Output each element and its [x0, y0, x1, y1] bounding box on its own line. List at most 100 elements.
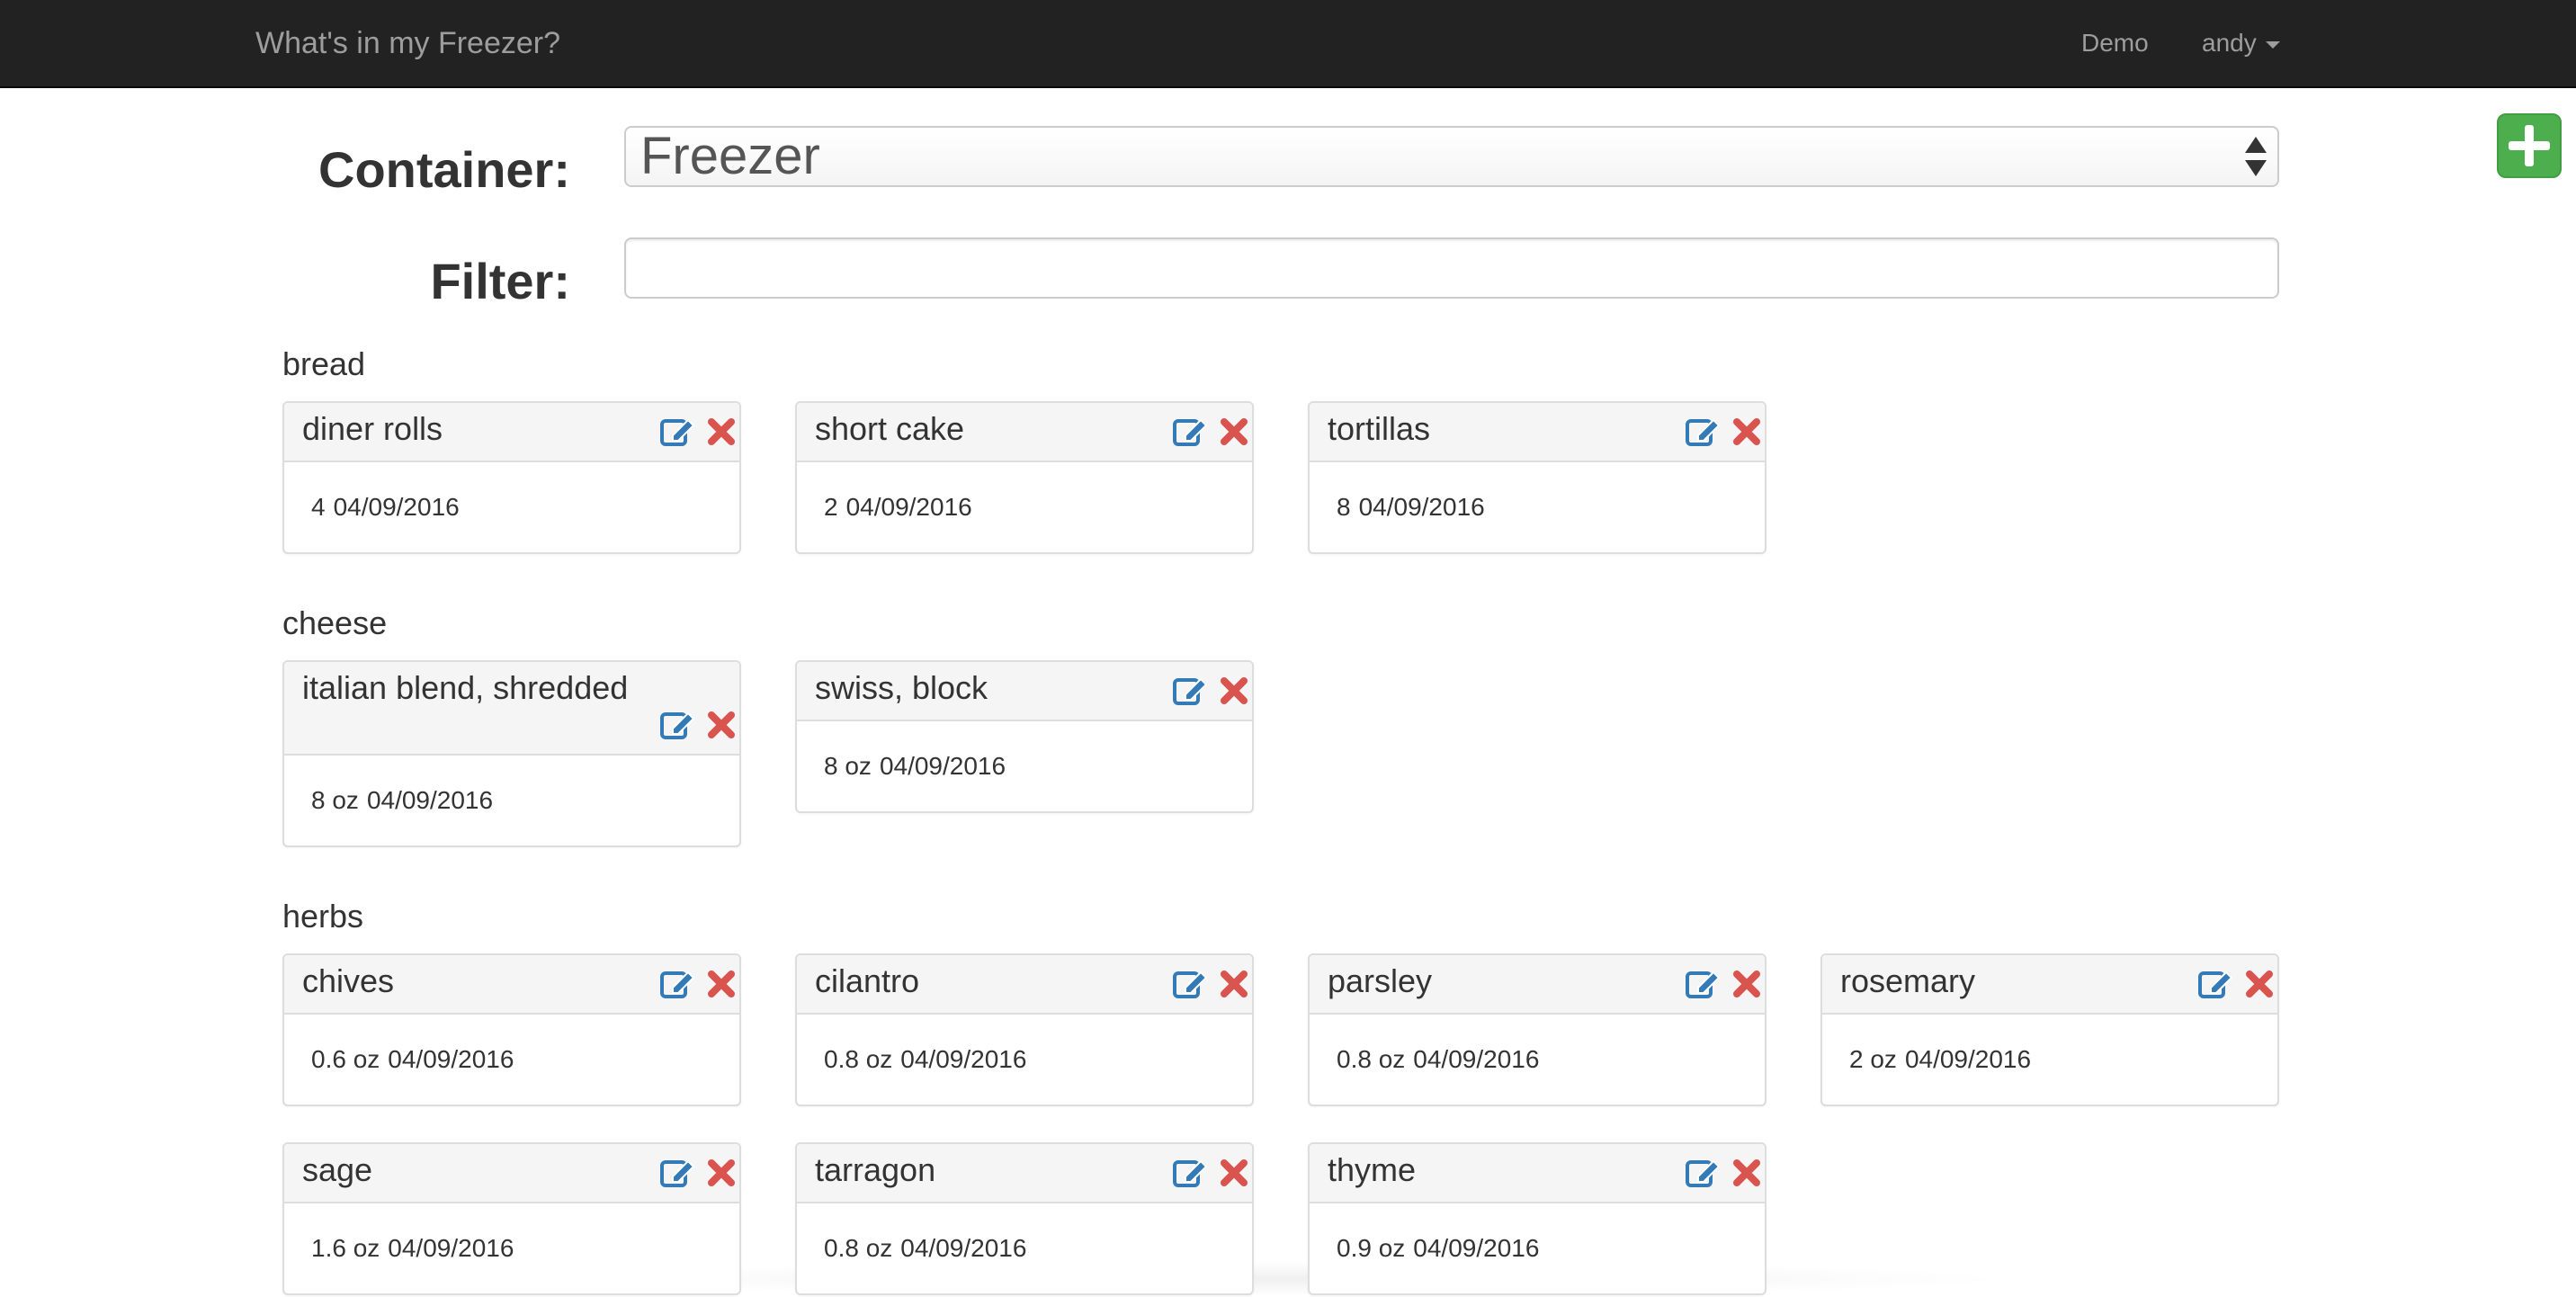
item-details: 8 04/09/2016 — [1310, 462, 1765, 552]
app-brand[interactable]: What's in my Freezer? — [255, 0, 560, 86]
edit-icon[interactable] — [1173, 675, 1209, 707]
category-heading-herbs: herbs — [282, 898, 364, 935]
item-card-herbs: rosemary 2 oz 04/09/2016 — [1820, 953, 2279, 1106]
item-card-herbs: chives 0.6 oz 04/09/2016 — [282, 953, 741, 1106]
item-card-header: parsley — [1310, 955, 1765, 1015]
delete-icon[interactable] — [1729, 416, 1765, 448]
category-heading-cheese: cheese — [282, 604, 388, 641]
user-menu-dropdown[interactable]: andy — [2202, 0, 2280, 86]
item-date: 04/09/2016 — [1413, 1045, 1540, 1073]
item-card-header: chives — [284, 955, 739, 1015]
user-menu-label: andy — [2202, 29, 2257, 57]
item-card-header: tortillas — [1310, 403, 1765, 462]
item-card-herbs: thyme 0.9 oz 04/09/2016 — [1308, 1142, 1767, 1295]
item-date: 04/09/2016 — [333, 493, 460, 521]
item-name: diner rolls — [302, 410, 443, 447]
select-arrows-icon — [2243, 137, 2268, 178]
item-name: sage — [302, 1151, 373, 1188]
item-quantity: 0.8 oz — [1337, 1045, 1406, 1073]
item-card-herbs: sage 1.6 oz 04/09/2016 — [282, 1142, 741, 1295]
item-name: italian blend, shredded — [302, 669, 629, 706]
caret-down-icon — [2265, 40, 2280, 49]
item-card-header: short cake — [797, 403, 1252, 462]
item-quantity: 0.9 oz — [1337, 1234, 1406, 1262]
delete-icon[interactable] — [2241, 968, 2277, 1000]
item-card-header: thyme — [1310, 1144, 1765, 1203]
item-date: 04/09/2016 — [366, 786, 494, 814]
edit-icon[interactable] — [1173, 968, 1209, 1000]
item-quantity: 8 oz — [311, 786, 359, 814]
item-card-header: sage — [284, 1144, 739, 1203]
item-quantity: 2 oz — [1849, 1045, 1897, 1073]
item-quantity: 0.8 oz — [824, 1234, 893, 1262]
container-select-value: Freezer — [640, 127, 820, 185]
edit-icon[interactable] — [1686, 1157, 1722, 1189]
item-card-cheese: swiss, block 8 oz 04/09/2016 — [795, 660, 1254, 813]
edit-icon[interactable] — [2198, 968, 2234, 1000]
item-card-cheese: italian blend, shredded 8 oz 04/09/2016 — [282, 660, 741, 847]
item-quantity: 8 — [1337, 493, 1351, 521]
edit-icon[interactable] — [1686, 416, 1722, 448]
nav-demo-link[interactable]: Demo — [2081, 0, 2149, 86]
delete-icon[interactable] — [703, 416, 739, 448]
item-date: 04/09/2016 — [1358, 493, 1485, 521]
item-date: 04/09/2016 — [879, 752, 1006, 780]
item-details: 2 oz 04/09/2016 — [1822, 1015, 2277, 1105]
delete-icon[interactable] — [703, 709, 739, 741]
delete-icon[interactable] — [1216, 968, 1252, 1000]
delete-icon[interactable] — [1216, 416, 1252, 448]
item-name: tarragon — [815, 1151, 936, 1188]
item-card-header: cilantro — [797, 955, 1252, 1015]
edit-icon[interactable] — [660, 709, 696, 741]
category-heading-bread: bread — [282, 345, 366, 382]
item-card-header: diner rolls — [284, 403, 739, 462]
item-quantity: 4 — [311, 493, 326, 521]
item-details: 4 04/09/2016 — [284, 462, 739, 552]
edit-icon[interactable] — [660, 416, 696, 448]
top-navbar: What's in my Freezer? Demo andy — [0, 0, 2576, 88]
item-name: rosemary — [1840, 962, 1976, 999]
item-card-header: italian blend, shredded — [284, 662, 739, 756]
item-quantity: 0.6 oz — [311, 1045, 380, 1073]
filter-input[interactable] — [624, 237, 2279, 299]
item-details: 8 oz 04/09/2016 — [797, 721, 1252, 811]
container-select[interactable]: Freezer — [624, 126, 2279, 187]
item-details: 1.6 oz 04/09/2016 — [284, 1203, 739, 1293]
item-quantity: 0.8 oz — [824, 1045, 893, 1073]
item-card-herbs: tarragon 0.8 oz 04/09/2016 — [795, 1142, 1254, 1295]
delete-icon[interactable] — [1216, 675, 1252, 707]
item-details: 0.9 oz 04/09/2016 — [1310, 1203, 1765, 1293]
delete-icon[interactable] — [703, 1157, 739, 1189]
delete-icon[interactable] — [1729, 968, 1765, 1000]
bottom-fade — [540, 1261, 2024, 1297]
item-name: swiss, block — [815, 669, 988, 706]
item-name: parsley — [1328, 962, 1433, 999]
container-label: Container: — [318, 141, 570, 198]
edit-icon[interactable] — [660, 968, 696, 1000]
edit-icon[interactable] — [1173, 416, 1209, 448]
delete-icon[interactable] — [1216, 1157, 1252, 1189]
item-name: tortillas — [1328, 410, 1431, 447]
delete-icon[interactable] — [1729, 1157, 1765, 1189]
item-details: 0.6 oz 04/09/2016 — [284, 1015, 739, 1105]
item-quantity: 2 — [824, 493, 838, 521]
edit-icon[interactable] — [1686, 968, 1722, 1000]
add-item-button[interactable] — [2497, 113, 2562, 178]
item-date: 04/09/2016 — [1413, 1234, 1540, 1262]
edit-icon[interactable] — [1173, 1157, 1209, 1189]
item-date: 04/09/2016 — [900, 1045, 1027, 1073]
item-details: 8 oz 04/09/2016 — [284, 756, 739, 845]
item-name: chives — [302, 962, 395, 999]
item-quantity: 8 oz — [824, 752, 872, 780]
item-name: thyme — [1328, 1151, 1417, 1188]
item-card-bread: short cake 2 04/09/2016 — [795, 401, 1254, 554]
item-date: 04/09/2016 — [388, 1234, 514, 1262]
delete-icon[interactable] — [703, 968, 739, 1000]
item-card-header: swiss, block — [797, 662, 1252, 721]
item-card-herbs: cilantro 0.8 oz 04/09/2016 — [795, 953, 1254, 1106]
item-name: cilantro — [815, 962, 920, 999]
item-card-bread: diner rolls 4 04/09/2016 — [282, 401, 741, 554]
item-details: 2 04/09/2016 — [797, 462, 1252, 552]
item-card-header: rosemary — [1822, 955, 2277, 1015]
edit-icon[interactable] — [660, 1157, 696, 1189]
